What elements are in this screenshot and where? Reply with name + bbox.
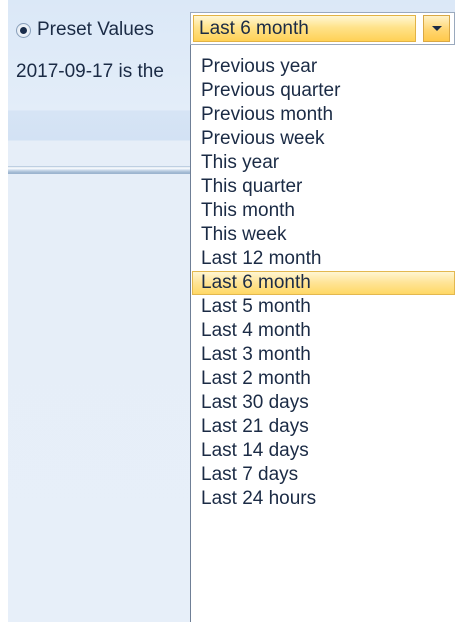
dropdown-item-last-14-days[interactable]: Last 14 days — [192, 439, 455, 463]
chevron-down-icon — [431, 26, 442, 31]
dropdown-item-last-30-days[interactable]: Last 30 days — [192, 391, 455, 415]
dropdown-item-last-7-days[interactable]: Last 7 days — [192, 463, 455, 487]
preset-values-option[interactable]: Preset Values — [16, 18, 154, 42]
dropdown-item-last-21-days[interactable]: Last 21 days — [192, 415, 455, 439]
dropdown-item-previous-week[interactable]: Previous week — [192, 127, 455, 151]
dropdown-item-last-6-month[interactable]: Last 6 month — [192, 271, 455, 295]
dropdown-item-last-24-hours[interactable]: Last 24 hours — [192, 487, 455, 511]
dropdown-item-this-month[interactable]: This month — [192, 199, 455, 223]
preset-combobox-value[interactable]: Last 6 month — [193, 15, 416, 42]
radio-dot — [20, 26, 27, 34]
dropdown-item-previous-quarter[interactable]: Previous quarter — [192, 79, 455, 103]
dropdown-item-this-quarter[interactable]: This quarter — [192, 175, 455, 199]
preset-values-label: Preset Values — [37, 19, 154, 40]
dropdown-item-last-2-month[interactable]: Last 2 month — [192, 367, 455, 391]
dropdown-item-this-week[interactable]: This week — [192, 223, 455, 247]
dropdown-item-this-year[interactable]: This year — [192, 151, 455, 175]
dropdown-item-previous-month[interactable]: Previous month — [192, 103, 455, 127]
date-info-text: 2017-09-17 is the — [16, 61, 164, 82]
preset-dropdown-list[interactable]: Previous year Previous quarter Previous … — [190, 45, 455, 622]
dropdown-item-last-5-month[interactable]: Last 5 month — [192, 295, 455, 319]
dropdown-item-last-12-month[interactable]: Last 12 month — [192, 247, 455, 271]
preset-combobox[interactable]: Last 6 month — [190, 12, 455, 45]
dropdown-item-last-4-month[interactable]: Last 4 month — [192, 319, 455, 343]
radio-selected-icon[interactable] — [16, 22, 31, 38]
dropdown-item-last-3-month[interactable]: Last 3 month — [192, 343, 455, 367]
dropdown-button[interactable] — [423, 15, 450, 42]
dropdown-item-previous-year[interactable]: Previous year — [192, 55, 455, 79]
